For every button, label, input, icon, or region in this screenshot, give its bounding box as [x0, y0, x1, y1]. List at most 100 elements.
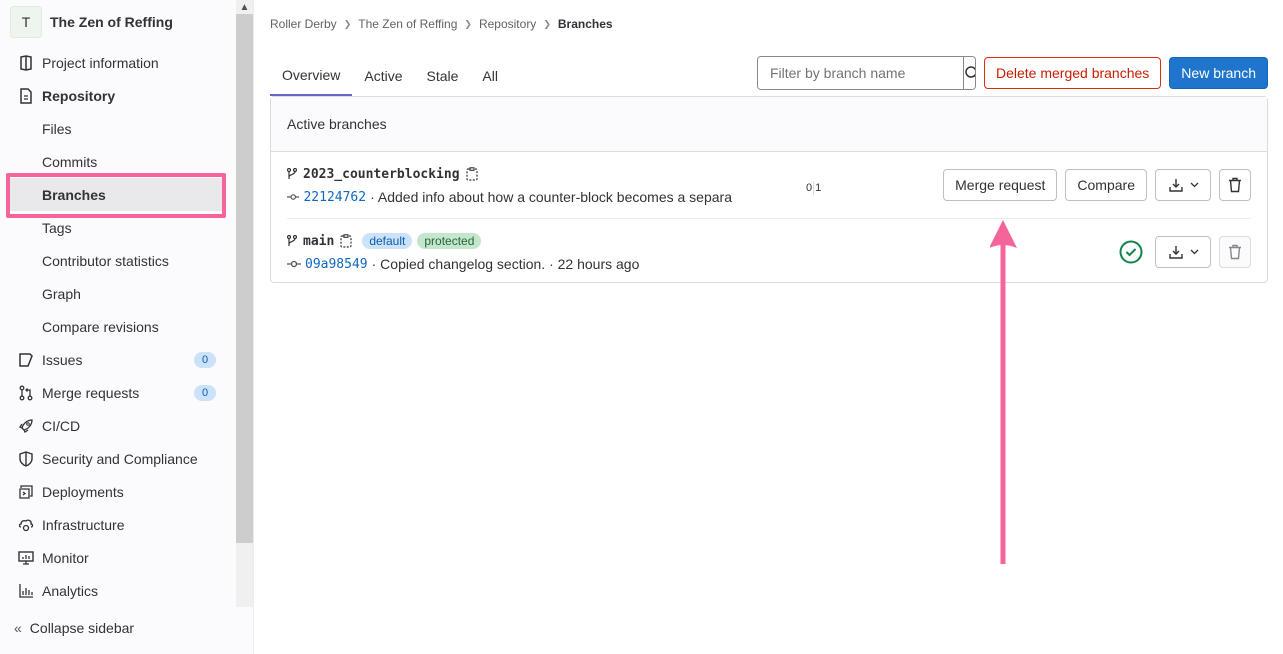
project-name: The Zen of Reffing	[50, 14, 173, 30]
branch-search	[756, 56, 976, 90]
sidebar-item-project-information[interactable]: Project information	[0, 46, 236, 79]
shield-icon	[18, 450, 34, 467]
breadcrumb-current[interactable]: Branches	[558, 17, 613, 31]
commit-icon	[287, 260, 301, 268]
merge-request-button[interactable]: Merge request	[943, 169, 1058, 201]
sidebar-item-label: Security and Compliance	[42, 450, 198, 467]
branch-tabs: Overview Active Stale All	[270, 56, 510, 96]
sidebar-item-graph[interactable]: Graph	[0, 277, 236, 310]
sidebar-scrollbar[interactable]: ▲	[236, 0, 253, 607]
sidebar-item-label: Graph	[42, 285, 81, 302]
commit-message[interactable]: · Added info about how a counter-block b…	[370, 189, 732, 205]
sidebar-item-ci-cd[interactable]: CI/CD	[0, 409, 236, 442]
default-badge: default	[362, 233, 413, 249]
pipeline-passed-icon[interactable]	[1119, 240, 1143, 264]
active-branches-card: Active branches 2023_counterblocking 221…	[270, 96, 1268, 283]
issues-count-badge: 0	[194, 351, 216, 368]
project-avatar: T	[10, 6, 42, 38]
scrollbar-thumb[interactable]	[236, 14, 253, 543]
trash-icon	[1229, 244, 1241, 260]
commits-ahead-count: 1	[815, 182, 822, 194]
sidebar-item-label: Deployments	[42, 483, 124, 500]
chart-icon	[18, 583, 34, 599]
commit-message[interactable]: · Copied changelog section. · 22 hours a…	[372, 256, 640, 272]
branch-icon	[287, 235, 297, 246]
copy-branch-name-button[interactable]	[465, 167, 478, 181]
sidebar-item-files[interactable]: Files	[0, 112, 236, 145]
branch-name-link[interactable]: main	[303, 234, 334, 249]
search-icon	[965, 66, 975, 78]
rocket-icon	[18, 418, 34, 434]
sidebar-item-infrastructure[interactable]: Infrastructure	[0, 508, 236, 541]
delete-branch-button-disabled	[1219, 236, 1251, 268]
sidebar-item-repository[interactable]: Repository	[0, 79, 236, 112]
copy-branch-name-button[interactable]	[340, 234, 352, 248]
sidebar: T The Zen of Reffing Project information…	[0, 0, 254, 654]
sidebar-item-deployments[interactable]: Deployments	[0, 475, 236, 508]
sidebar-item-label: Files	[42, 120, 72, 137]
project-header[interactable]: T The Zen of Reffing	[10, 6, 173, 38]
chevron-right-icon: ❯	[543, 18, 551, 29]
breadcrumb-item[interactable]: The Zen of Reffing	[358, 17, 457, 31]
delete-merged-branches-button[interactable]: Delete merged branches	[983, 57, 1162, 89]
branch-name-link[interactable]: 2023_counterblocking	[303, 167, 460, 182]
breadcrumb-item[interactable]: Repository	[479, 17, 536, 31]
tab-active[interactable]: Active	[352, 56, 414, 96]
sidebar-item-label: Merge requests	[42, 384, 140, 401]
clipboard-icon	[340, 234, 352, 248]
chevron-down-icon	[1190, 182, 1198, 188]
delete-branch-button[interactable]	[1219, 169, 1251, 201]
sidebar-item-label: Commits	[42, 153, 98, 170]
sidebar-item-analytics[interactable]: Analytics	[0, 574, 236, 607]
sidebar-item-security-compliance[interactable]: Security and Compliance	[0, 442, 236, 475]
cloud-gear-icon	[18, 517, 34, 533]
chevron-right-icon: ❯	[343, 18, 352, 29]
clipboard-icon	[465, 167, 478, 181]
sidebar-item-tags[interactable]: Tags	[0, 211, 236, 244]
sidebar-item-label: Compare revisions	[42, 318, 159, 335]
monitor-icon	[18, 550, 34, 566]
commit-sha-link[interactable]: 22124762	[303, 190, 366, 205]
collapse-sidebar-button[interactable]: « Collapse sidebar	[14, 620, 134, 636]
download-dropdown[interactable]	[1155, 169, 1211, 201]
chevron-right-icon: ❯	[464, 18, 472, 29]
branch-row: main default protected 09a98549 · Copied…	[287, 218, 1251, 284]
search-button[interactable]	[962, 57, 975, 89]
scroll-up-icon[interactable]: ▲	[236, 0, 253, 14]
branch-filter-input[interactable]	[757, 57, 963, 89]
sidebar-item-label: Contributor statistics	[42, 252, 169, 269]
divergence-graph: 0 1	[806, 181, 821, 195]
sidebar-item-label: Infrastructure	[42, 516, 125, 533]
merge-requests-count-badge: 0	[194, 384, 216, 401]
tab-overview[interactable]: Overview	[270, 56, 353, 96]
compare-button[interactable]: Compare	[1065, 169, 1147, 201]
sidebar-item-label: Tags	[42, 219, 72, 236]
double-chevron-left-icon: «	[14, 620, 22, 636]
sidebar-item-label: Repository	[42, 87, 116, 104]
document-icon	[18, 87, 34, 104]
toolbar: Delete merged branches New branch	[756, 56, 1268, 90]
sidebar-item-branches[interactable]: Branches	[8, 178, 222, 211]
sidebar-item-issues[interactable]: Issues 0	[0, 343, 236, 376]
tab-all[interactable]: All	[470, 56, 510, 96]
sidebar-item-contributor-statistics[interactable]: Contributor statistics	[0, 244, 236, 277]
download-dropdown[interactable]	[1155, 236, 1211, 268]
sidebar-item-commits[interactable]: Commits	[0, 145, 236, 178]
card-title: Active branches	[271, 97, 1267, 152]
sidebar-item-monitor[interactable]: Monitor	[0, 541, 236, 574]
tab-stale[interactable]: Stale	[414, 56, 470, 96]
commit-sha-link[interactable]: 09a98549	[305, 257, 368, 272]
sidebar-item-label: Analytics	[42, 582, 99, 599]
new-branch-button[interactable]: New branch	[1169, 57, 1268, 89]
sidebar-item-compare-revisions[interactable]: Compare revisions	[0, 310, 236, 343]
branch-icon	[287, 168, 297, 179]
merge-request-icon	[18, 385, 34, 401]
breadcrumb: Roller Derby ❯ The Zen of Reffing ❯ Repo…	[270, 17, 613, 31]
sidebar-item-merge-requests[interactable]: Merge requests 0	[0, 376, 236, 409]
protected-badge: protected	[417, 233, 482, 249]
issues-icon	[18, 352, 34, 368]
sidebar-nav: Project information Repository Files Com…	[0, 46, 236, 607]
breadcrumb-item[interactable]: Roller Derby	[270, 17, 337, 31]
download-icon	[1168, 179, 1183, 192]
trash-icon	[1229, 177, 1241, 193]
